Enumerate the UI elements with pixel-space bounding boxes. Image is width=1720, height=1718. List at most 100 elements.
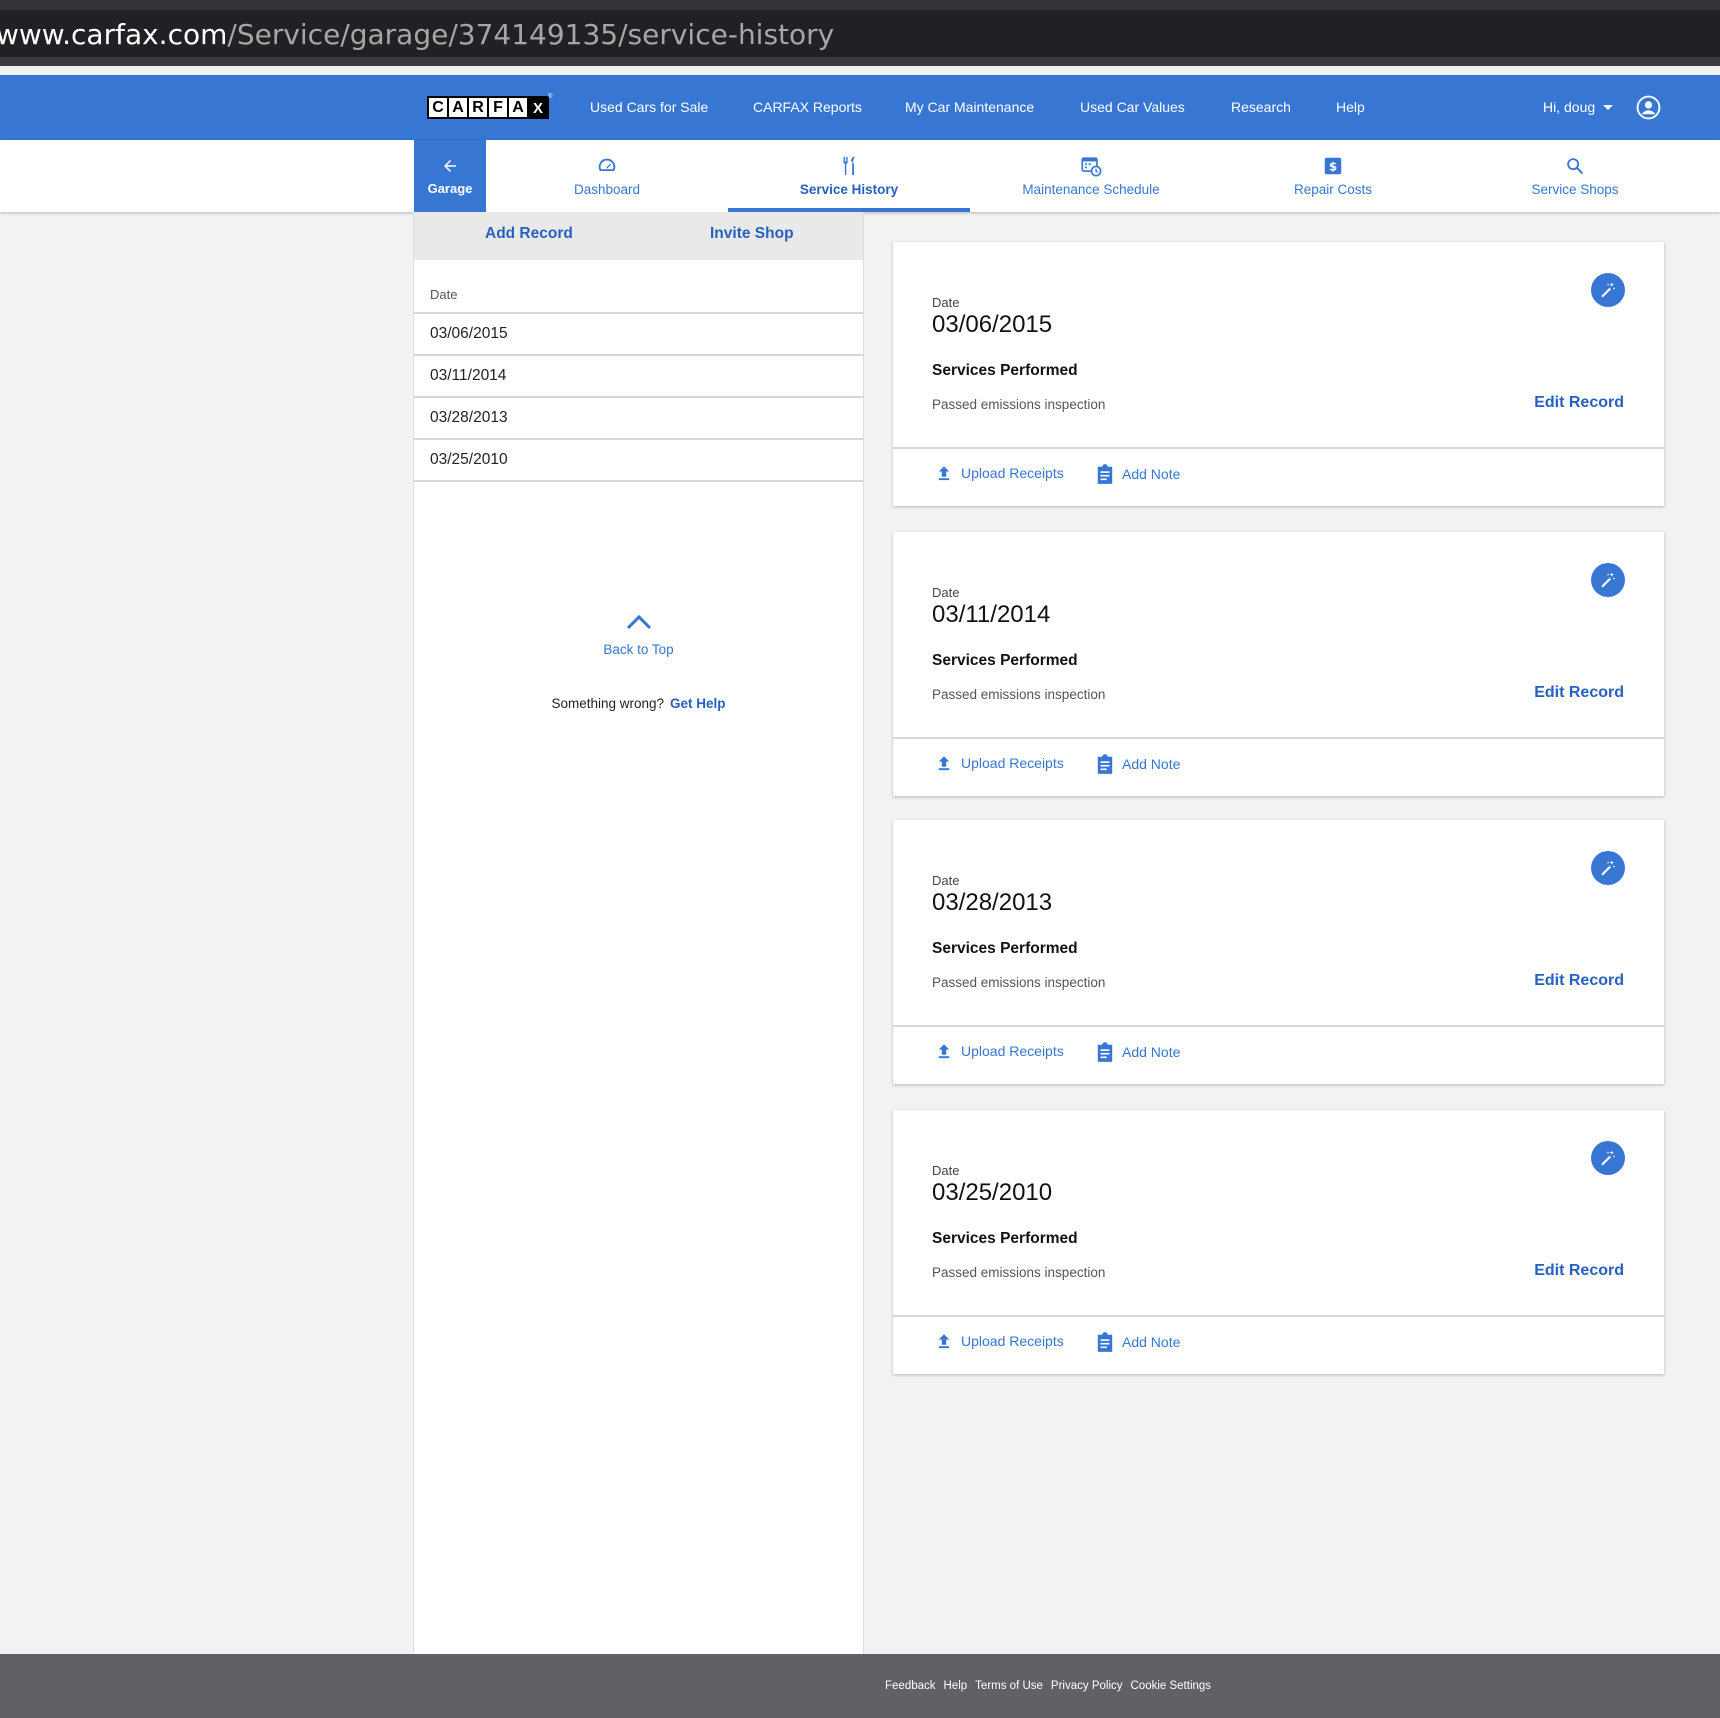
help-line: Something wrong? Get Help [414,696,863,711]
services-performed-value: Passed emissions inspection [932,975,1106,990]
footer-link-privacy[interactable]: Privacy Policy [1051,1654,1123,1718]
edit-wand-button[interactable] [1591,563,1625,597]
tab-dashboard-label: Dashboard [573,182,641,197]
url-path: /Service/garage/374149135/service-histor… [227,18,835,51]
record-date: 03/28/2013 [932,889,1053,916]
logo-letter-r: R [469,98,487,117]
edit-record-button[interactable]: Edit Record [1534,972,1624,990]
speedometer-icon [598,158,616,172]
logo-letter-a: A [449,98,467,117]
user-greeting: Hi, doug [1543,99,1596,115]
nav-help[interactable]: Help [1336,75,1365,140]
nav-my-car-maintenance[interactable]: My Car Maintenance [905,75,1034,140]
services-performed-value: Passed emissions inspection [932,687,1106,702]
footer-link-terms[interactable]: Terms of Use [975,1654,1043,1718]
garage-button[interactable]: Garage [414,140,486,212]
add-note-label: Add Note [1122,1334,1181,1350]
date-list-item[interactable]: 03/06/2015 [414,314,863,356]
record-date-label: Date [932,585,960,600]
account-circle-icon[interactable] [1636,95,1661,120]
registered-mark: ® [548,94,553,100]
search-icon [1567,158,1583,174]
upload-receipts-button[interactable]: Upload Receipts [935,1332,1064,1350]
upload-receipts-label: Upload Receipts [961,1043,1064,1059]
add-note-button[interactable]: Add Note [1096,1332,1180,1352]
chevron-up-icon [626,614,651,630]
add-record-button[interactable]: Add Record [485,212,573,260]
nav-carfax-reports[interactable]: CARFAX Reports [753,75,862,140]
services-performed-label: Services Performed [932,652,1078,669]
upload-receipts-button[interactable]: Upload Receipts [935,754,1064,772]
url-host: www.carfax.com [0,18,228,51]
url-text[interactable]: www.carfax.com/Service/garage/374149135/… [0,18,834,51]
record-date: 03/11/2014 [932,601,1051,628]
browser-top-strip [0,0,1720,10]
garage-label: Garage [427,181,473,196]
nav-used-car-values[interactable]: Used Car Values [1080,75,1185,140]
add-note-button[interactable]: Add Note [1096,464,1180,484]
footer-link-feedback[interactable]: Feedback [885,1654,936,1718]
sub-navigation: Garage Dashboard Service History Mainten… [0,140,1720,212]
service-record-card: Date 03/28/2013 Services Performed Passe… [893,820,1664,1084]
footer-link-help[interactable]: Help [944,1654,968,1718]
back-to-top-button[interactable]: Back to Top [414,612,863,657]
top-navigation: CARFAX ® Used Cars for Sale CARFAX Repor… [0,75,1720,140]
clipboard-icon [1097,1332,1113,1352]
tab-dashboard[interactable]: Dashboard [486,140,728,212]
tab-service-shops-label: Service Shops [1531,182,1619,197]
upload-receipts-button[interactable]: Upload Receipts [935,1042,1064,1060]
carfax-logo[interactable]: CARFAX [427,96,549,119]
card-divider [893,447,1664,449]
edit-wand-button[interactable] [1591,1141,1625,1175]
upload-receipts-label: Upload Receipts [961,1333,1064,1349]
tab-service-shops[interactable]: Service Shops [1454,140,1696,212]
tab-service-history-label: Service History [799,182,899,197]
nav-used-cars[interactable]: Used Cars for Sale [590,75,708,140]
service-record-card: Date 03/11/2014 Services Performed Passe… [893,532,1664,796]
svg-text:$: $ [1329,160,1337,174]
edit-record-button[interactable]: Edit Record [1534,394,1624,412]
tools-icon [843,156,855,176]
record-date-label: Date [932,873,960,888]
magic-wand-icon [1601,860,1616,876]
services-performed-label: Services Performed [932,362,1078,379]
calendar-clock-icon [1081,157,1102,177]
tab-maintenance-schedule[interactable]: Maintenance Schedule [970,140,1212,212]
edit-record-button[interactable]: Edit Record [1534,684,1624,702]
edit-wand-button[interactable] [1591,851,1625,885]
card-divider [893,1025,1664,1027]
card-divider [893,1315,1664,1317]
tab-service-history[interactable]: Service History [728,140,970,212]
get-help-link[interactable]: Get Help [670,696,726,711]
user-menu[interactable]: Hi, doug [1543,75,1614,140]
clipboard-icon [1097,1042,1113,1062]
logo-letter-a2: A [509,98,527,117]
services-performed-label: Services Performed [932,1230,1078,1247]
date-list-item[interactable]: 03/11/2014 [414,356,863,398]
logo-letter-c: C [429,98,447,117]
edit-record-button[interactable]: Edit Record [1534,1262,1624,1280]
browser-address-bar[interactable]: www.carfax.com/Service/garage/374149135/… [0,10,1720,66]
magic-wand-icon [1601,572,1616,588]
dollar-icon: $ [1324,157,1342,175]
services-performed-value: Passed emissions inspection [932,1265,1106,1280]
upload-icon [938,466,950,481]
record-date-label: Date [932,295,960,310]
add-note-button[interactable]: Add Note [1096,1042,1180,1062]
date-column-header: Date [430,287,458,302]
record-action-bar: Add Record Invite Shop [414,212,863,260]
services-performed-label: Services Performed [932,940,1078,957]
service-record-card: Date 03/06/2015 Services Performed Passe… [893,242,1664,506]
footer-links: Feedback Help Terms of Use Privacy Polic… [885,1654,1211,1718]
edit-wand-button[interactable] [1591,273,1625,307]
footer-link-cookie-settings[interactable]: Cookie Settings [1131,1654,1212,1718]
logo-letter-f: F [489,98,507,117]
upload-receipts-button[interactable]: Upload Receipts [935,464,1064,482]
date-list-item[interactable]: 03/25/2010 [414,440,863,482]
add-note-button[interactable]: Add Note [1096,754,1180,774]
nav-research[interactable]: Research [1231,75,1291,140]
date-list-item[interactable]: 03/28/2013 [414,398,863,440]
invite-shop-button[interactable]: Invite Shop [710,212,794,260]
add-note-label: Add Note [1122,756,1181,772]
tab-repair-costs[interactable]: $ Repair Costs [1212,140,1454,212]
